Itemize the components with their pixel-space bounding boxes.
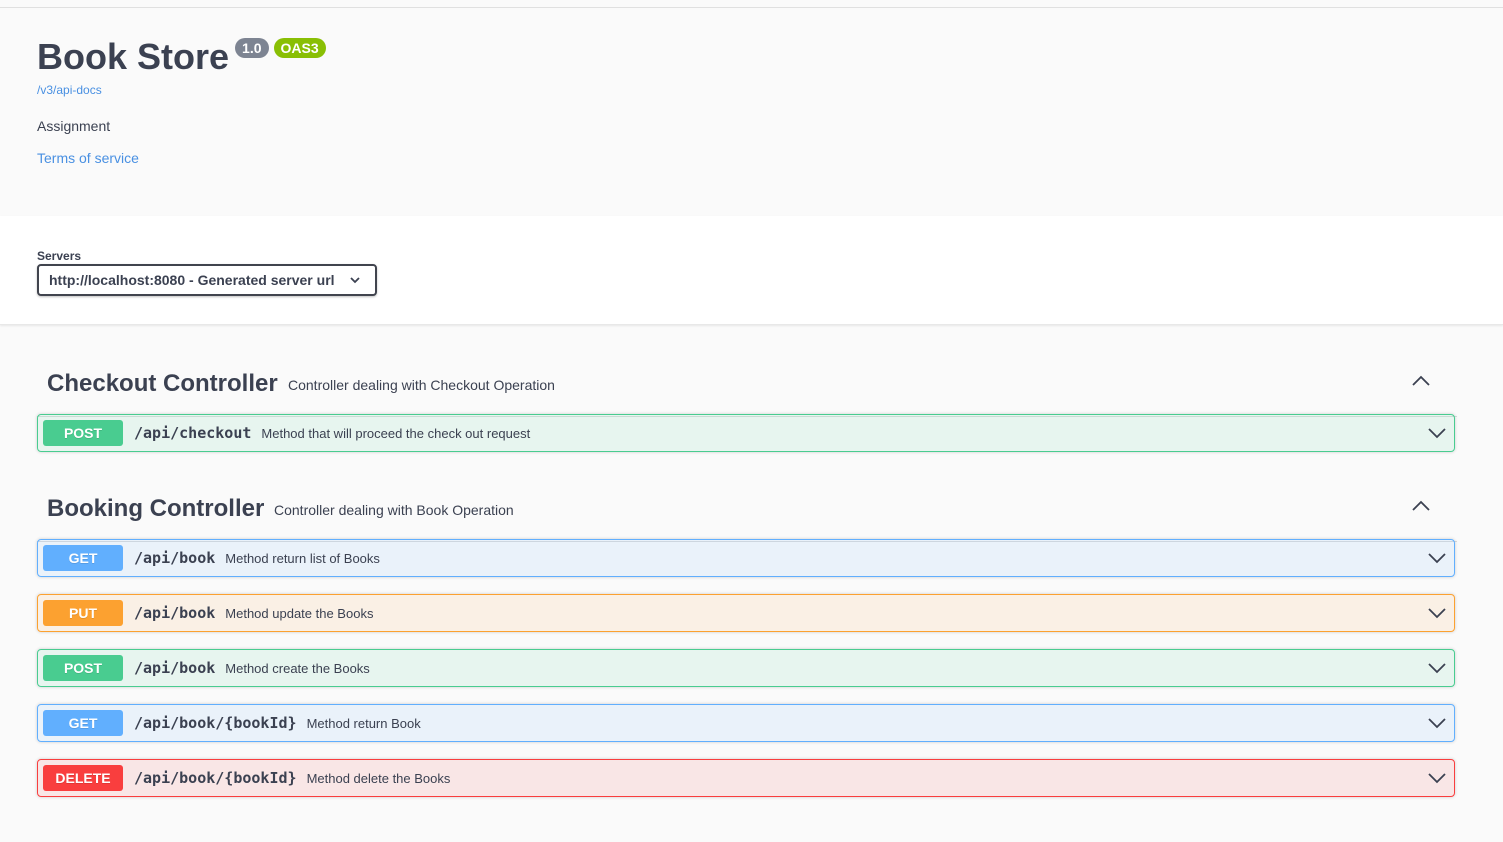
- version-badge: 1.0: [235, 38, 269, 58]
- operation-path: /api/book/{bookId}: [134, 769, 297, 787]
- operation-delete-row[interactable]: DELETE/api/book/{bookId} Method delete th…: [37, 759, 1455, 797]
- method-badge: GET: [43, 545, 123, 571]
- servers-label: Servers: [37, 249, 82, 263]
- operation-put-row[interactable]: PUT/api/book Method update the Books: [37, 594, 1455, 632]
- chevron-down-icon[interactable]: [1428, 552, 1446, 564]
- method-badge: GET: [43, 710, 123, 736]
- operation-path: /api/checkout: [134, 424, 252, 442]
- chevron-down-icon[interactable]: [1428, 772, 1446, 784]
- tag-header[interactable]: Checkout Controller Controller dealing wi…: [37, 348, 1457, 417]
- operation-path: /api/book/{bookId}: [134, 714, 297, 732]
- title-row: Book Store 1.0 OAS3: [37, 36, 326, 78]
- operation-post-row[interactable]: POST/api/book Method create the Books: [37, 649, 1455, 687]
- operation-path: /api/book: [134, 549, 216, 567]
- operation-summary: Method delete the Books: [306, 770, 451, 786]
- chevron-up-icon[interactable]: [1411, 374, 1431, 388]
- chevron-down-icon[interactable]: [1428, 427, 1446, 439]
- tag-description: Controller dealing with Checkout Operati…: [288, 377, 555, 393]
- terms-of-service-link[interactable]: Terms of service: [37, 150, 139, 166]
- operation-post-row[interactable]: POST/api/checkout Method that will procee…: [37, 414, 1455, 452]
- info-section: Book Store 1.0 OAS3 /v3/api-docs Assignm…: [0, 8, 1503, 216]
- tag-header[interactable]: Booking Controller Controller dealing wit…: [37, 473, 1457, 542]
- oas-badge: OAS3: [273, 38, 326, 58]
- method-badge: POST: [43, 420, 123, 446]
- operation-summary: Method create the Books: [225, 660, 370, 676]
- method-badge: POST: [43, 655, 123, 681]
- operation-summary: Method update the Books: [225, 605, 374, 621]
- operation-get-row[interactable]: GET/api/book/{bookId} Method return Book: [37, 704, 1455, 742]
- chevron-down-icon: [350, 277, 360, 284]
- chevron-up-icon[interactable]: [1411, 499, 1431, 513]
- chevron-down-icon[interactable]: [1428, 607, 1446, 619]
- servers-section: Servers http://localhost:8080 - Generate…: [0, 216, 1503, 325]
- operation-path: /api/book: [134, 659, 216, 677]
- operation-get-row[interactable]: GET/api/book Method return list of Books: [37, 539, 1455, 577]
- operation-summary: Method return list of Books: [225, 550, 380, 566]
- chevron-down-icon[interactable]: [1428, 717, 1446, 729]
- operation-summary: Method return Book: [306, 715, 421, 731]
- method-badge: PUT: [43, 600, 123, 626]
- spec-link[interactable]: /v3/api-docs: [37, 83, 102, 97]
- page-title: Book Store: [37, 36, 230, 77]
- tag-description: Controller dealing with Book Operation: [274, 502, 514, 518]
- top-divider: [0, 0, 1503, 8]
- servers-selected-value: http://localhost:8080 - Generated server…: [49, 272, 335, 288]
- tag-name: Booking Controller: [47, 495, 265, 522]
- tag-name: Checkout Controller: [47, 370, 278, 397]
- api-description: Assignment: [37, 118, 111, 134]
- servers-select[interactable]: http://localhost:8080 - Generated server…: [37, 264, 377, 296]
- operation-summary: Method that will proceed the check out r…: [261, 425, 531, 441]
- operation-path: /api/book: [134, 604, 216, 622]
- method-badge: DELETE: [43, 765, 123, 791]
- chevron-down-icon[interactable]: [1428, 662, 1446, 674]
